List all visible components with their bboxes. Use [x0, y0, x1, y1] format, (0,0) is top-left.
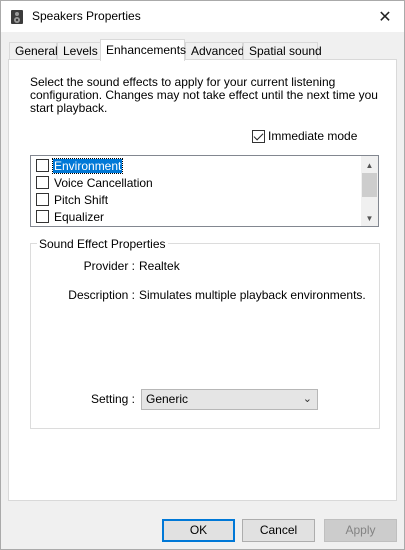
- apply-button[interactable]: Apply: [324, 519, 397, 542]
- effects-list[interactable]: Environment Voice Cancellation Pitch Shi…: [30, 155, 379, 227]
- provider-value: Realtek: [139, 259, 180, 273]
- description-label: Description :: [68, 288, 135, 302]
- effect-checkbox[interactable]: [36, 176, 49, 189]
- list-item[interactable]: Environment: [36, 157, 124, 174]
- list-item[interactable]: Pitch Shift: [36, 191, 109, 208]
- enhancements-panel: Select the sound effects to apply for yo…: [8, 59, 397, 501]
- effect-label: Equalizer: [54, 209, 105, 224]
- group-title: Sound Effect Properties: [37, 237, 168, 251]
- immediate-mode-label: Immediate mode: [268, 129, 358, 143]
- effect-checkbox[interactable]: [36, 210, 49, 223]
- effect-checkbox[interactable]: [36, 159, 49, 172]
- close-button[interactable]: ✕: [366, 1, 404, 32]
- list-item[interactable]: Voice Cancellation: [36, 174, 154, 191]
- effect-checkbox[interactable]: [36, 193, 49, 206]
- close-icon: ✕: [378, 8, 392, 26]
- title-bar[interactable]: Speakers Properties ✕: [1, 1, 404, 32]
- enhancements-description: Select the sound effects to apply for yo…: [30, 75, 378, 115]
- provider-label: Provider :: [83, 259, 135, 273]
- scroll-thumb[interactable]: [362, 173, 377, 197]
- sound-effect-properties-group: Sound Effect Properties Provider : Realt…: [30, 237, 380, 429]
- chevron-up-icon[interactable]: ▲: [361, 158, 378, 172]
- ok-button[interactable]: OK: [162, 519, 235, 542]
- properties-window: Speakers Properties ✕ General Levels Enh…: [0, 0, 405, 550]
- chevron-down-icon: ⌄: [302, 393, 312, 405]
- effect-label: Pitch Shift: [54, 192, 109, 207]
- effects-scrollbar[interactable]: ▲ ▼: [361, 156, 378, 226]
- speaker-icon: [11, 10, 23, 24]
- tab-enhancements[interactable]: Enhancements: [100, 39, 186, 61]
- effect-label: Environment: [51, 157, 124, 174]
- setting-dropdown[interactable]: Generic ⌄: [141, 389, 318, 410]
- list-item[interactable]: Equalizer: [36, 208, 105, 225]
- cancel-button[interactable]: Cancel: [242, 519, 315, 542]
- description-value: Simulates multiple playback environments…: [139, 288, 366, 302]
- window-title: Speakers Properties: [32, 9, 141, 23]
- effect-label: Voice Cancellation: [54, 175, 153, 190]
- chevron-down-icon[interactable]: ▼: [361, 211, 378, 225]
- immediate-mode-checkbox[interactable]: Immediate mode: [252, 129, 357, 143]
- setting-label: Setting :: [90, 392, 135, 406]
- setting-value: Generic: [146, 392, 189, 406]
- immediate-mode-check[interactable]: [252, 129, 265, 143]
